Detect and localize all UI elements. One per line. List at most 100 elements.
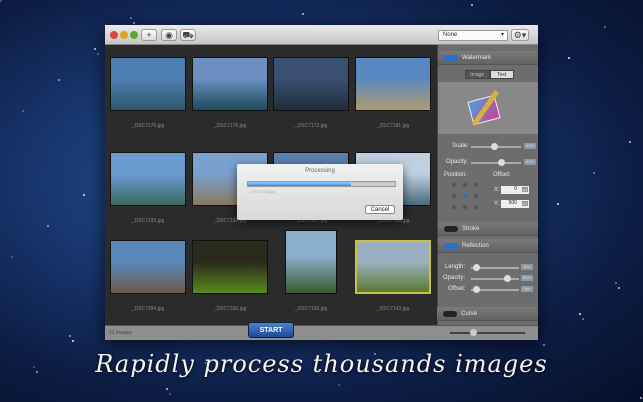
star bbox=[618, 287, 620, 289]
image-cell[interactable]: _DSC7176.jpg bbox=[192, 57, 268, 129]
section-curve[interactable]: Curve bbox=[437, 307, 538, 321]
image-cell[interactable]: _DSC7181.jpg bbox=[355, 57, 431, 129]
image-thumbnail[interactable] bbox=[192, 240, 268, 294]
star bbox=[543, 344, 545, 346]
position-option[interactable] bbox=[474, 183, 479, 188]
reflection-toggle[interactable] bbox=[444, 243, 458, 249]
x-label: X: bbox=[494, 187, 500, 193]
image-thumbnail[interactable] bbox=[110, 57, 186, 111]
tab-text[interactable]: Text bbox=[489, 70, 514, 79]
minimize-button[interactable] bbox=[120, 31, 128, 39]
cancel-button[interactable]: Cancel bbox=[365, 205, 395, 214]
reflection-offset-value: 0px bbox=[521, 286, 533, 292]
image-filename: _DSC7172.jpg bbox=[294, 123, 328, 129]
star bbox=[0, 0, 2, 2]
section-watermark[interactable]: Watermark bbox=[438, 51, 538, 65]
image-thumbnail[interactable] bbox=[192, 57, 268, 111]
preview-button[interactable]: ◉ bbox=[161, 29, 177, 41]
image-thumbnail[interactable] bbox=[355, 240, 431, 294]
close-button[interactable] bbox=[110, 31, 118, 39]
position-option[interactable] bbox=[474, 204, 479, 209]
unit-badge: px bbox=[521, 187, 528, 192]
image-cell[interactable]: _DSC7284.jpg bbox=[110, 240, 186, 312]
star bbox=[97, 53, 99, 55]
section-label: Reflection bbox=[462, 243, 489, 249]
image-cell[interactable]: _DSC7330.jpg bbox=[192, 240, 268, 312]
position-option[interactable] bbox=[451, 183, 456, 188]
y-label: Y: bbox=[494, 201, 500, 207]
position-option[interactable] bbox=[451, 193, 456, 198]
star bbox=[629, 141, 631, 143]
progress-fill bbox=[248, 182, 351, 186]
image-thumbnail[interactable] bbox=[110, 152, 186, 206]
position-option[interactable] bbox=[462, 204, 467, 209]
settings-button[interactable]: ⚙▾ bbox=[511, 29, 529, 41]
image-cell[interactable]: _DSC7170.jpg bbox=[110, 57, 186, 129]
star bbox=[338, 384, 340, 386]
length-slider[interactable] bbox=[471, 264, 519, 271]
star bbox=[47, 225, 49, 227]
image-thumbnail[interactable] bbox=[285, 230, 337, 294]
reflection-opacity-slider[interactable] bbox=[471, 275, 519, 282]
gear-icon: ⚙▾ bbox=[513, 30, 527, 40]
star bbox=[615, 282, 617, 284]
watermark-toggle[interactable] bbox=[444, 55, 458, 61]
star bbox=[130, 17, 132, 19]
position-option[interactable] bbox=[451, 204, 456, 209]
add-button[interactable]: + bbox=[141, 29, 157, 41]
preset-value: None bbox=[443, 32, 458, 38]
position-option[interactable] bbox=[462, 183, 467, 188]
image-thumbnail[interactable] bbox=[355, 57, 431, 111]
cart-icon: ⛟ bbox=[182, 30, 194, 40]
progress-bar bbox=[247, 181, 396, 187]
image-thumbnail[interactable] bbox=[110, 240, 186, 294]
image-cell[interactable]: _DSC7193.jpg bbox=[110, 152, 186, 224]
image-filename: _DSC7181.jpg bbox=[376, 123, 410, 129]
y-value: 500 bbox=[508, 200, 517, 206]
opacity-slider[interactable] bbox=[471, 159, 521, 166]
opacity-label: Opacity: bbox=[446, 159, 469, 165]
star bbox=[11, 256, 13, 258]
star bbox=[72, 340, 74, 342]
start-button[interactable]: START bbox=[248, 322, 294, 338]
current-file: _DSC7206.jpg bbox=[249, 189, 276, 194]
watermark-image-well[interactable] bbox=[438, 82, 538, 134]
position-option[interactable] bbox=[474, 193, 479, 198]
image-cell[interactable]: _DSC7143.jpg bbox=[355, 240, 431, 312]
image-thumbnail[interactable] bbox=[273, 57, 349, 111]
x-value: 0 bbox=[514, 186, 517, 192]
zoom-button[interactable] bbox=[130, 31, 138, 39]
processing-dialog: Processing _DSC7206.jpg Cancel bbox=[237, 164, 403, 220]
watermark-type-tabs: Image Text bbox=[465, 70, 514, 79]
image-count: 12 images bbox=[109, 330, 133, 336]
star bbox=[640, 397, 642, 399]
preset-select[interactable]: None ▾ bbox=[438, 30, 508, 41]
star bbox=[94, 48, 96, 50]
scale-value: 50% bbox=[524, 143, 536, 149]
curve-toggle[interactable] bbox=[443, 311, 457, 317]
store-button[interactable]: ⛟ bbox=[180, 29, 196, 41]
reflection-offset-slider[interactable] bbox=[471, 286, 519, 293]
image-filename: _DSC7136.jpg bbox=[294, 306, 328, 312]
image-filename: _DSC7176.jpg bbox=[213, 123, 247, 129]
offset-label: Offset: bbox=[493, 172, 511, 178]
reflection-opacity-value: 50% bbox=[521, 275, 533, 281]
tab-image[interactable]: Image bbox=[465, 70, 490, 79]
section-reflection[interactable]: Reflection bbox=[438, 239, 538, 253]
image-cell[interactable]: _DSC7136.jpg bbox=[273, 230, 349, 312]
x-offset-input[interactable]: 0 px bbox=[501, 186, 529, 194]
chevron-down-icon: ▾ bbox=[500, 32, 504, 38]
y-offset-input[interactable]: 500 px bbox=[501, 200, 529, 208]
position-grid[interactable] bbox=[450, 182, 480, 210]
section-stroke[interactable]: Stroke bbox=[438, 222, 538, 236]
plus-icon: + bbox=[146, 30, 152, 40]
thumbnail-size-slider[interactable] bbox=[450, 329, 525, 336]
image-cell[interactable]: _DSC7172.jpg bbox=[273, 57, 349, 129]
scale-slider[interactable] bbox=[471, 143, 521, 150]
settings-sidebar: Watermark Image Text Scale: 50% Opacity:… bbox=[437, 45, 538, 325]
eye-icon: ◉ bbox=[165, 30, 173, 40]
position-option[interactable] bbox=[462, 193, 467, 198]
stroke-toggle[interactable] bbox=[444, 226, 458, 232]
section-label: Stroke bbox=[462, 226, 480, 232]
star bbox=[557, 203, 559, 205]
